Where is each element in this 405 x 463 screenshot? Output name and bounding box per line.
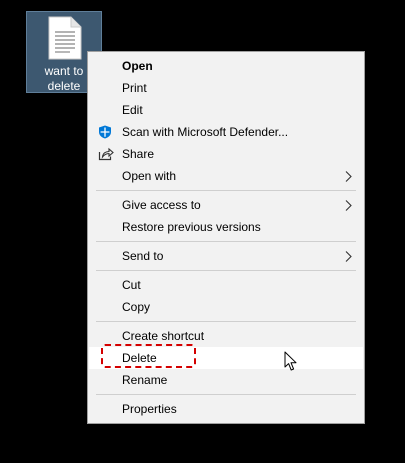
menu-separator (96, 190, 356, 191)
menu-item-open-with[interactable]: Open with (89, 165, 363, 187)
menu-item-scan-defender[interactable]: Scan with Microsoft Defender... (89, 121, 363, 143)
menu-item-give-access[interactable]: Give access to (89, 194, 363, 216)
menu-item-send-to[interactable]: Send to (89, 245, 363, 267)
menu-separator (96, 321, 356, 322)
menu-item-label: Send to (122, 249, 164, 263)
menu-item-restore-versions[interactable]: Restore previous versions (89, 216, 363, 238)
delete-highlight-annotation (101, 344, 196, 368)
menu-separator (96, 241, 356, 242)
menu-item-label: Open with (122, 169, 177, 183)
menu-item-cut[interactable]: Cut (89, 274, 363, 296)
menu-item-label: Cut (122, 278, 141, 292)
menu-item-label: Edit (122, 103, 143, 117)
menu-item-label: Print (122, 81, 147, 95)
menu-item-label: Scan with Microsoft Defender... (122, 125, 289, 139)
menu-item-edit[interactable]: Edit (89, 99, 363, 121)
menu-item-label: Rename (122, 373, 168, 387)
document-icon (48, 16, 82, 60)
menu-item-label: Restore previous versions (122, 220, 261, 234)
mouse-cursor-icon (284, 351, 297, 371)
menu-item-copy[interactable]: Copy (89, 296, 363, 318)
menu-item-properties[interactable]: Properties (89, 398, 363, 420)
chevron-right-icon (345, 171, 352, 182)
context-menu: Open Print Edit Scan with Microsoft Defe… (87, 51, 365, 424)
menu-item-label: Copy (122, 300, 151, 314)
menu-item-label: Properties (122, 402, 177, 416)
menu-item-open[interactable]: Open (89, 55, 363, 77)
menu-item-share[interactable]: Share (89, 143, 363, 165)
menu-item-rename[interactable]: Rename (89, 369, 363, 391)
share-icon (98, 147, 114, 161)
chevron-right-icon (345, 251, 352, 262)
chevron-right-icon (345, 200, 352, 211)
menu-item-label: Open (122, 59, 153, 73)
shield-icon (99, 125, 111, 139)
menu-separator (96, 394, 356, 395)
menu-item-label: Share (122, 147, 155, 161)
menu-item-print[interactable]: Print (89, 77, 363, 99)
menu-item-label: Give access to (122, 198, 201, 212)
menu-separator (96, 270, 356, 271)
